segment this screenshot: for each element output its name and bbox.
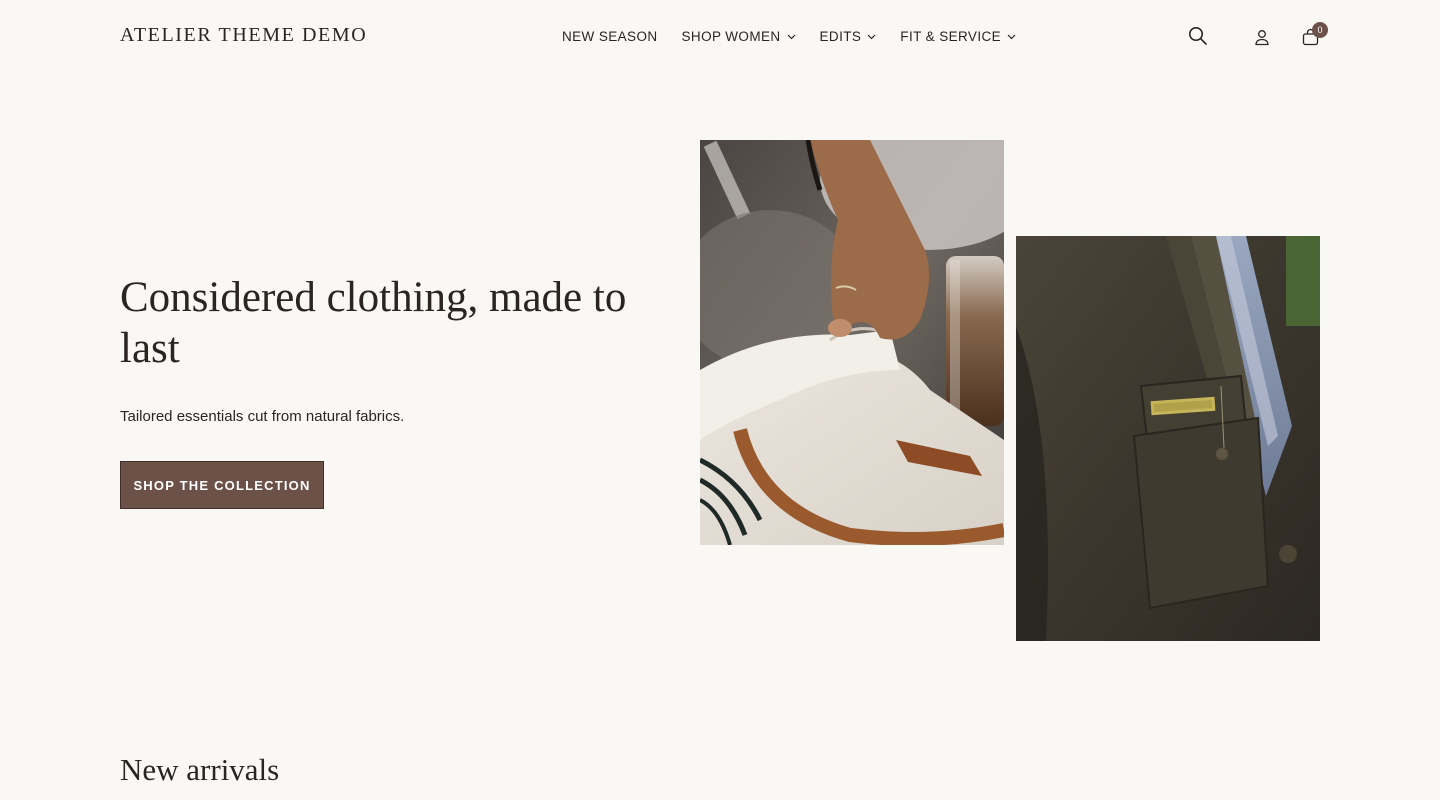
hero-subtitle: Tailored essentials cut from natural fab… xyxy=(120,408,405,425)
site-header: ATELIER THEME DEMO NEW SEASON SHOP WOMEN… xyxy=(0,0,1440,76)
nav-item-shop-women[interactable]: SHOP WOMEN xyxy=(682,29,796,44)
nav-item-label: NEW SEASON xyxy=(562,29,658,44)
hero-image-tote-bag xyxy=(700,140,1004,545)
nav-item-new-season[interactable]: NEW SEASON xyxy=(562,29,658,44)
cart-count-badge: 0 xyxy=(1312,22,1328,38)
nav-item-label: EDITS xyxy=(819,29,862,44)
hero-title: Considered clothing, made to last xyxy=(120,274,627,372)
nav-item-edits[interactable]: EDITS xyxy=(820,29,877,44)
nav-item-label: FIT & SERVICE xyxy=(900,29,1002,44)
new-arrivals-heading: New arrivals xyxy=(120,752,280,787)
nav-item-fit-service[interactable]: FIT & SERVICE xyxy=(900,29,1016,44)
chevron-down-icon xyxy=(787,34,795,39)
site-logo[interactable]: ATELIER THEME DEMO xyxy=(120,24,367,47)
header-icons: 0 xyxy=(1184,22,1334,54)
account-icon[interactable] xyxy=(1254,29,1270,51)
hero-image-jacket xyxy=(1016,236,1320,641)
chevron-down-icon xyxy=(867,34,876,39)
chevron-down-icon xyxy=(1007,34,1016,39)
shop-collection-button[interactable]: SHOP THE COLLECTION xyxy=(120,461,324,509)
nav-item-label: SHOP WOMEN xyxy=(681,29,781,44)
search-icon[interactable] xyxy=(1188,26,1208,51)
main-nav: NEW SEASON SHOP WOMEN EDITS FIT & SERVIC… xyxy=(562,29,1016,44)
